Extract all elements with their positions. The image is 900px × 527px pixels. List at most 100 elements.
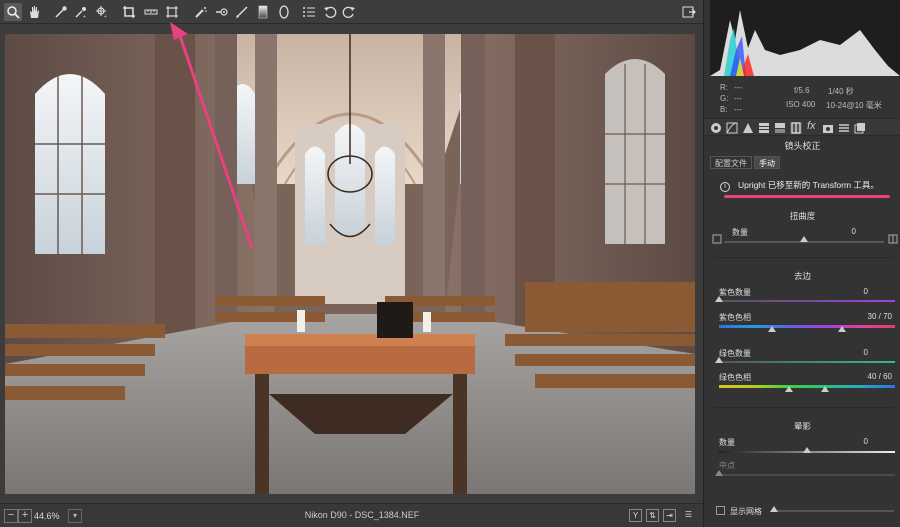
presets-icon[interactable] bbox=[838, 122, 850, 134]
grid-size-slider[interactable] bbox=[774, 510, 894, 512]
distortion-left-icon bbox=[712, 234, 722, 244]
image-filename: Nikon D90 - DSC_1384.NEF bbox=[304, 510, 420, 520]
redeye-icon bbox=[216, 8, 228, 16]
snapshots-icon[interactable] bbox=[854, 122, 866, 134]
radial-filter-tool[interactable] bbox=[275, 3, 293, 21]
info-icon: i bbox=[720, 182, 730, 192]
show-grid-label: 显示网格 bbox=[730, 507, 762, 516]
vignette-amount-label: 数量 bbox=[719, 438, 735, 447]
green-amount-value: 0 bbox=[863, 348, 868, 357]
purple-hue-slider[interactable] bbox=[719, 325, 895, 328]
vignette-title: 晕影 bbox=[793, 421, 811, 431]
grid-size-thumb[interactable] bbox=[770, 506, 778, 512]
purple-amount-slider[interactable] bbox=[719, 300, 895, 302]
hsl-icon[interactable] bbox=[758, 122, 770, 134]
r-label: R: bbox=[720, 83, 728, 92]
eyedropper-icon bbox=[55, 6, 67, 18]
adjustment-brush-tool[interactable] bbox=[233, 3, 251, 21]
spot-icon bbox=[195, 7, 207, 18]
purple-hue-max-thumb[interactable] bbox=[838, 326, 847, 332]
before-after-toggle[interactable]: Y bbox=[629, 509, 642, 522]
rotate-right-tool[interactable] bbox=[340, 3, 358, 21]
green-hue-value: 40 / 60 bbox=[867, 372, 892, 381]
zoom-tool[interactable] bbox=[4, 3, 22, 21]
rotate-left-tool[interactable] bbox=[321, 3, 339, 21]
distortion-amount-thumb[interactable] bbox=[800, 236, 808, 242]
camera-icon[interactable] bbox=[822, 122, 834, 134]
histogram bbox=[710, 0, 900, 76]
annotation-underline bbox=[724, 195, 890, 198]
distortion-right-icon bbox=[888, 234, 898, 244]
distortion-amount-value: 0 bbox=[851, 227, 856, 236]
curve-icon[interactable] bbox=[726, 122, 738, 134]
red-eye-tool[interactable] bbox=[213, 3, 231, 21]
status-bar: − + 44.6% ▾ Nikon D90 - DSC_1384.NEF Y ⇅… bbox=[0, 503, 703, 527]
green-amount-slider[interactable] bbox=[719, 361, 895, 363]
image-preview[interactable] bbox=[5, 34, 695, 494]
targeted-adjustment-tool[interactable]: + bbox=[93, 3, 111, 21]
panel-tab-strip: fx bbox=[704, 118, 900, 136]
hand-icon bbox=[30, 6, 39, 18]
show-grid-checkbox[interactable] bbox=[716, 506, 725, 515]
aperture-icon[interactable] bbox=[710, 122, 722, 134]
tab-profile[interactable]: 配置文件 bbox=[710, 156, 752, 169]
svg-text:+: + bbox=[104, 14, 107, 19]
spot-removal-tool[interactable] bbox=[192, 3, 210, 21]
distortion-title: 扭曲度 bbox=[789, 211, 816, 221]
divider bbox=[714, 407, 894, 408]
zoom-out-button[interactable]: − bbox=[4, 509, 18, 523]
tab-manual[interactable]: 手动 bbox=[754, 156, 780, 169]
b-label: B: bbox=[720, 105, 728, 114]
fullscreen-toggle[interactable] bbox=[680, 3, 698, 21]
fx-icon[interactable]: fx bbox=[807, 120, 816, 132]
crop-tool[interactable] bbox=[120, 3, 138, 21]
green-hue-label: 绿色色相 bbox=[719, 373, 751, 382]
export-icon bbox=[682, 6, 696, 18]
hand-tool[interactable] bbox=[25, 3, 43, 21]
color-sampler-tool[interactable]: + bbox=[72, 3, 90, 21]
view-settings-icon[interactable]: ☰ bbox=[682, 509, 695, 522]
graduated-filter-tool[interactable] bbox=[254, 3, 272, 21]
transform-tool[interactable] bbox=[163, 3, 181, 21]
green-amount-label: 绿色数量 bbox=[719, 349, 751, 358]
white-balance-tool[interactable] bbox=[52, 3, 70, 21]
g-label: G: bbox=[720, 94, 729, 103]
purple-amount-thumb[interactable] bbox=[715, 296, 723, 302]
vignette-midpoint-thumb[interactable] bbox=[715, 470, 723, 476]
straighten-icon bbox=[144, 9, 158, 15]
info-text: Upright 已移至新的 Transform 工具。 bbox=[738, 180, 879, 190]
camera-raw-window: + + − + 44.6% ▾ Nikon D90 - DSC_1384.NEF… bbox=[0, 0, 900, 527]
svg-text:+: + bbox=[83, 14, 86, 19]
purple-amount-label: 紫色数量 bbox=[719, 288, 751, 297]
straighten-tool[interactable] bbox=[142, 3, 160, 21]
green-hue-max-thumb[interactable] bbox=[820, 386, 829, 392]
info-message: i Upright 已移至新的 Transform 工具。 bbox=[720, 176, 890, 196]
panel-title: 镜头校正 bbox=[784, 141, 821, 151]
split-toning-icon[interactable] bbox=[774, 122, 786, 134]
vignette-amount-value: 0 bbox=[863, 437, 868, 446]
ellipse-icon bbox=[279, 5, 289, 19]
copy-settings-icon[interactable]: ⇥ bbox=[663, 509, 676, 522]
aperture-value: f/5.6 bbox=[794, 86, 810, 95]
green-hue-min-thumb[interactable] bbox=[785, 386, 794, 392]
purple-amount-value: 0 bbox=[863, 287, 868, 296]
distortion-amount-label: 数量 bbox=[732, 228, 748, 237]
focal-value: 10-24@10 毫米 bbox=[826, 101, 882, 110]
shutter-value: 1/40 秒 bbox=[828, 87, 854, 96]
vignette-midpoint-slider[interactable] bbox=[719, 474, 895, 476]
defringe-title: 去边 bbox=[793, 271, 811, 281]
vignette-amount-thumb[interactable] bbox=[803, 447, 811, 453]
adjustment-panel: R: --- G: --- B: --- f/5.6 1/40 秒 ISO 40… bbox=[703, 0, 900, 527]
green-amount-thumb[interactable] bbox=[715, 357, 723, 363]
green-hue-slider[interactable] bbox=[719, 385, 895, 388]
zoom-dropdown[interactable]: ▾ bbox=[68, 509, 82, 523]
purple-hue-min-thumb[interactable] bbox=[767, 326, 776, 332]
histogram-graph bbox=[710, 10, 900, 76]
rotate-ccw-icon bbox=[324, 6, 337, 18]
lens-correction-icon[interactable] bbox=[790, 122, 802, 134]
swap-settings-icon[interactable]: ⇅ bbox=[646, 509, 659, 522]
magnifier-icon bbox=[7, 6, 20, 19]
preferences-tool[interactable] bbox=[300, 3, 318, 21]
detail-icon[interactable] bbox=[742, 122, 754, 134]
zoom-in-button[interactable]: + bbox=[18, 509, 32, 523]
